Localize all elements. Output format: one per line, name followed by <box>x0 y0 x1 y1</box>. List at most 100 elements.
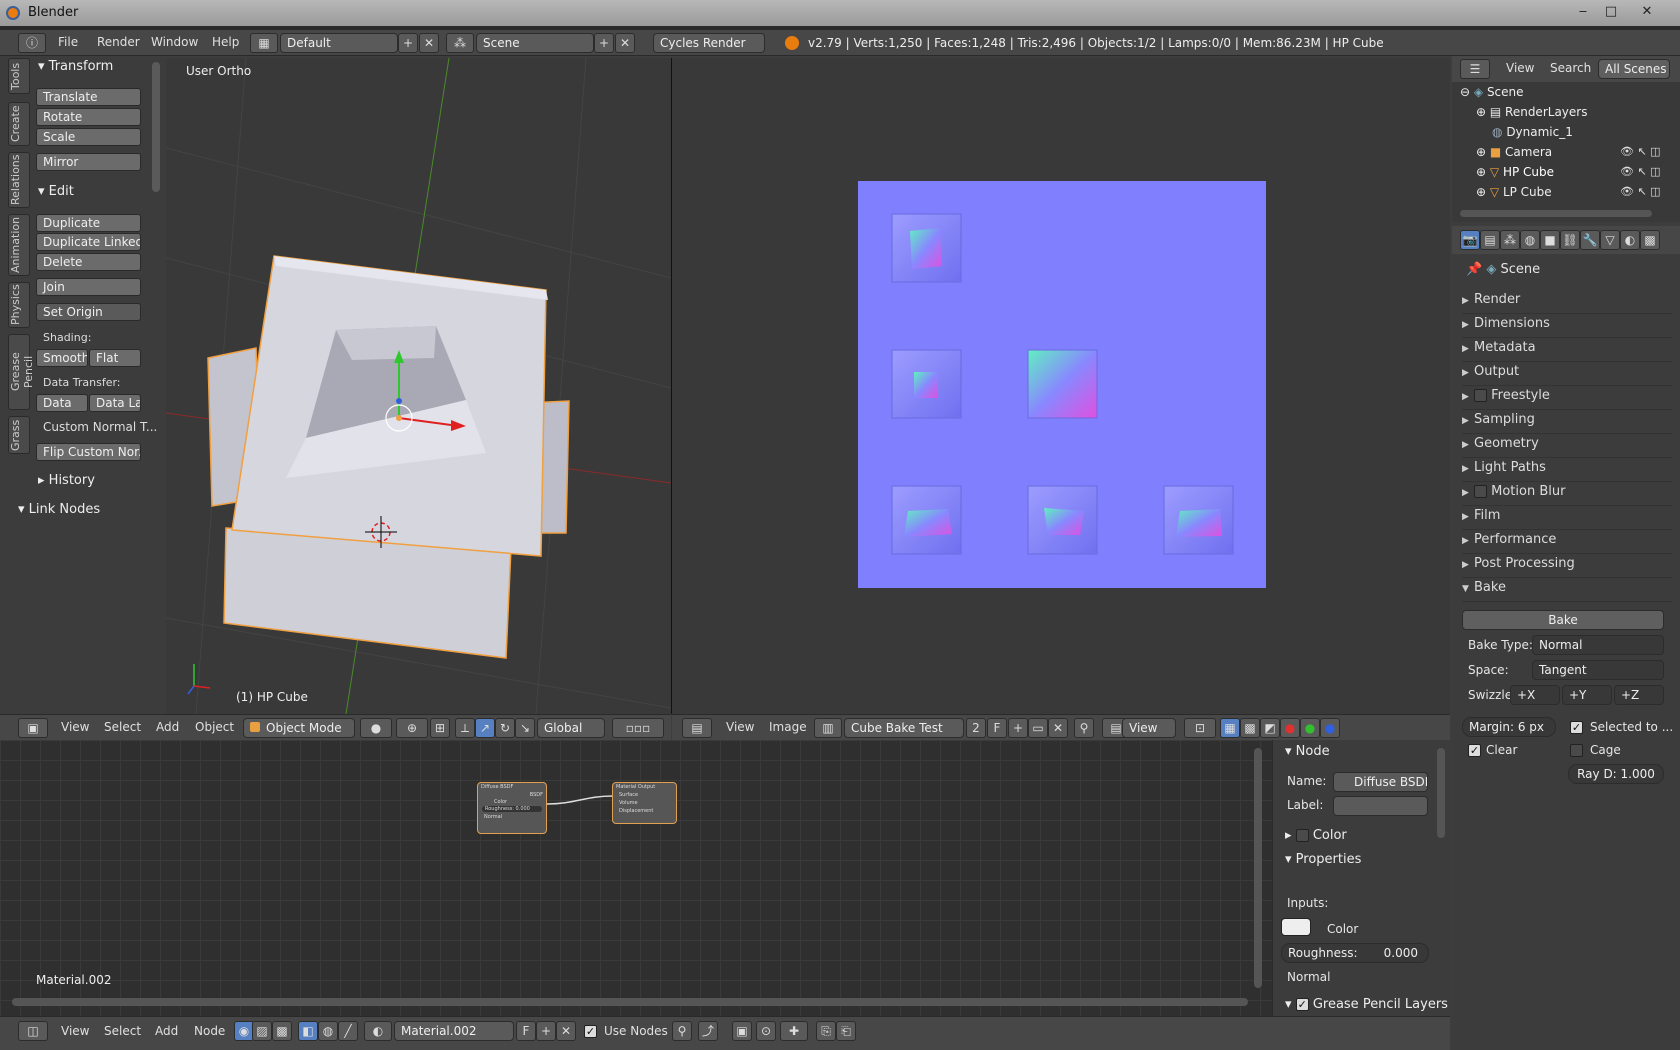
menu-help[interactable]: Help <box>212 35 239 49</box>
draw-alpha-icon[interactable]: ▦ <box>1220 718 1240 738</box>
swizzle-y-select[interactable]: +Y <box>1562 685 1612 705</box>
render-tab-icon[interactable]: 📷 <box>1460 230 1480 250</box>
material-tab-icon[interactable]: ◐ <box>1620 230 1640 250</box>
outliner-item-renderlayers[interactable]: ⊕ ▤ RenderLayers <box>1476 105 1587 119</box>
outliner-item-dynamic[interactable]: ◍ Dynamic_1 <box>1492 125 1573 139</box>
fake-user-button[interactable]: F <box>987 718 1007 738</box>
remove-layout-icon[interactable]: ✕ <box>419 33 439 53</box>
panel-sampling[interactable]: ▶ Sampling <box>1462 412 1672 434</box>
blue-channel-icon[interactable]: ● <box>1320 718 1340 738</box>
tab-relations[interactable]: Relations <box>8 152 30 208</box>
edit-panel-header[interactable]: ▾ Edit <box>38 184 74 199</box>
add-layout-icon[interactable]: + <box>398 33 418 53</box>
menu-image-view[interactable]: View <box>726 720 754 734</box>
bake-button[interactable]: Bake <box>1462 610 1664 630</box>
menu-add[interactable]: Add <box>156 720 179 734</box>
outliner-item-lp-cube[interactable]: ⊕ ▽ LP Cube <box>1476 185 1552 199</box>
lp-cube-visibility-icons[interactable]: 👁 ↖ ◫ <box>1620 185 1661 198</box>
3d-viewport[interactable]: User Ortho (1) HP Cube <box>166 58 671 714</box>
panel-dimensions[interactable]: ▶ Dimensions <box>1462 316 1672 338</box>
duplicate-button[interactable]: Duplicate <box>36 214 141 232</box>
image-name-field[interactable]: Cube Bake Test <box>844 718 964 738</box>
selected-to-active-checkbox[interactable]: ✓ <box>1570 721 1583 734</box>
properties-panel-header[interactable]: ▾ Properties <box>1285 852 1361 867</box>
panel-motion-blur[interactable]: ▶ Motion Blur <box>1462 484 1672 506</box>
world-tab-icon[interactable]: ◍ <box>1520 230 1540 250</box>
viewport-shading-icon[interactable]: ● <box>360 718 392 738</box>
tab-grass[interactable]: Grass <box>8 416 30 454</box>
red-channel-icon[interactable]: ● <box>1280 718 1300 738</box>
menu-node[interactable]: Node <box>194 1024 225 1038</box>
pivot-point-icon[interactable]: ⊕ <box>396 718 428 738</box>
data-button[interactable]: Data <box>36 394 88 412</box>
constraints-tab-icon[interactable]: ⛓ <box>1560 230 1580 250</box>
swizzle-z-select[interactable]: +Z <box>1614 685 1664 705</box>
margin-field[interactable]: Margin: 6 px <box>1462 717 1556 737</box>
outliner-item-hp-cube[interactable]: ⊕ ▽ HP Cube <box>1476 165 1554 179</box>
screen-layout-icon[interactable]: ▦ <box>250 33 278 53</box>
menu-view[interactable]: View <box>61 720 89 734</box>
image-browse-icon[interactable]: ▥ <box>814 718 842 738</box>
checker-icon[interactable]: ▩ <box>1240 718 1260 738</box>
panel-render[interactable]: ▶ Render <box>1462 292 1672 314</box>
view-mode-select[interactable]: View <box>1122 718 1176 738</box>
cage-checkbox[interactable] <box>1570 744 1583 757</box>
menu-select[interactable]: Select <box>104 720 141 734</box>
maximize-icon[interactable]: □ <box>1600 3 1622 21</box>
roughness-slider[interactable]: Roughness: 0.000 <box>1281 943 1429 963</box>
paste-nodes-icon[interactable]: ⎗ <box>836 1021 856 1041</box>
backdrop-icon[interactable]: ▣ <box>732 1021 752 1041</box>
node-props-scrollbar[interactable] <box>1437 748 1445 838</box>
menu-node-add[interactable]: Add <box>155 1024 178 1038</box>
color-panel-header[interactable]: ▸ Color <box>1285 828 1347 843</box>
menu-object[interactable]: Object <box>195 720 234 734</box>
menu-image[interactable]: Image <box>769 720 807 734</box>
node-name-field[interactable]: Diffuse BSDF <box>1333 772 1428 792</box>
use-nodes-checkbox[interactable]: ✓ <box>584 1025 597 1038</box>
ray-distance-field[interactable]: Ray D: 1.000 <box>1568 764 1664 784</box>
editor-type-info-icon[interactable]: ⓘ <box>18 33 46 53</box>
add-material-icon[interactable]: + <box>536 1021 556 1041</box>
node-label-field[interactable] <box>1333 796 1428 816</box>
image-editor[interactable] <box>672 58 1450 714</box>
editor-type-3d-icon[interactable]: ▣ <box>18 718 48 738</box>
tool-shelf-scrollbar[interactable] <box>152 62 160 192</box>
node-tree-parent-icon[interactable]: ⤴ <box>698 1021 718 1041</box>
hp-cube-visibility-icons[interactable]: 👁 ↖ ◫ <box>1620 165 1661 178</box>
z-buffer-icon[interactable]: ◩ <box>1260 718 1280 738</box>
transform-panel-header[interactable]: ▾ Transform <box>38 59 113 74</box>
scale-manipulator-icon[interactable]: ↘ <box>515 718 535 738</box>
node-editor[interactable]: Diffuse BSDF BSDF Color Roughness: 0.000… <box>0 740 1272 1018</box>
bake-type-select[interactable]: Normal <box>1532 635 1664 655</box>
duplicate-linked-button[interactable]: Duplicate Linked <box>36 233 141 251</box>
green-channel-icon[interactable]: ● <box>1300 718 1320 738</box>
mirror-button[interactable]: Mirror <box>36 153 141 171</box>
diffuse-node-roughness[interactable]: Roughness: 0.000 <box>482 806 542 812</box>
menu-render[interactable]: Render <box>97 35 140 49</box>
editor-type-outliner-icon[interactable]: ☰ <box>1460 59 1490 79</box>
outliner-item-scene[interactable]: ⊖ ◈ Scene <box>1460 85 1524 99</box>
tab-tools[interactable]: Tools <box>8 58 30 94</box>
scale-button[interactable]: Scale <box>36 128 141 146</box>
tab-physics[interactable]: Physics <box>8 282 30 328</box>
camera-visibility-icons[interactable]: 👁 ↖ ◫ <box>1620 145 1661 158</box>
translate-button[interactable]: Translate <box>36 88 141 106</box>
outliner-item-camera[interactable]: ⊕ ■ Camera <box>1476 145 1552 159</box>
flip-custom-normals-button[interactable]: Flip Custom Nor... <box>36 443 141 461</box>
panel-geometry[interactable]: ▶ Geometry <box>1462 436 1672 458</box>
object-shader-icon[interactable]: ◧ <box>298 1021 318 1041</box>
material-browse-icon[interactable]: ◐ <box>364 1021 392 1041</box>
menu-outliner-view[interactable]: View <box>1506 61 1534 75</box>
panel-light-paths[interactable]: ▶ Light Paths <box>1462 460 1672 482</box>
menu-node-select[interactable]: Select <box>104 1024 141 1038</box>
world-shader-icon[interactable]: ◍ <box>318 1021 338 1041</box>
grease-pencil-panel-header[interactable]: ▾ ✓ Grease Pencil Layers <box>1285 997 1448 1012</box>
tab-animation[interactable]: Animation <box>8 214 30 276</box>
flat-button[interactable]: Flat <box>89 349 141 367</box>
render-layers-tab-icon[interactable]: ▤ <box>1480 230 1500 250</box>
image-users-count[interactable]: 2 <box>966 718 986 738</box>
scene-icon[interactable]: ⁂ <box>446 33 474 53</box>
material-output-node[interactable]: Material Output Surface Volume Displacem… <box>612 782 677 824</box>
material-name-field[interactable]: Material.002 <box>394 1021 514 1041</box>
new-image-icon[interactable]: + <box>1008 718 1028 738</box>
